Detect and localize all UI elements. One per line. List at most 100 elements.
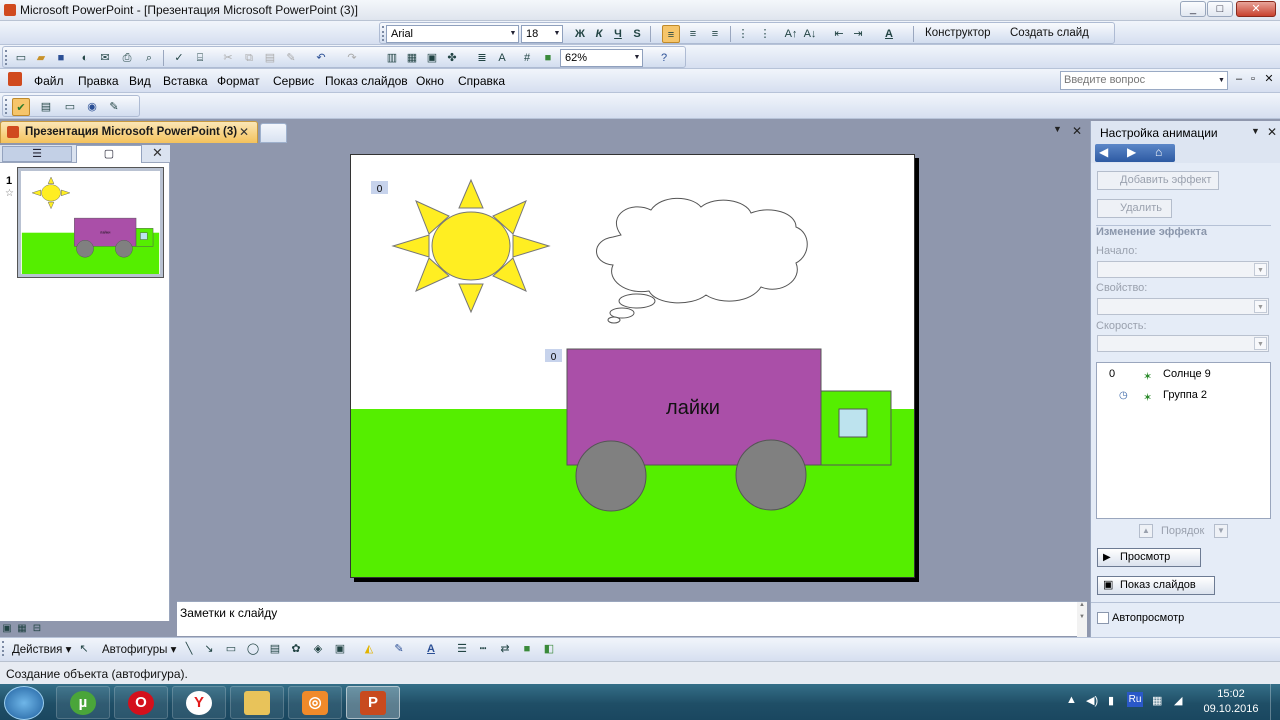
doc-restore-button[interactable]: ▫ [1246, 71, 1260, 87]
sun-shape[interactable] [391, 178, 551, 314]
slideshow-button[interactable]: ▣ Показ слайдов [1097, 576, 1215, 595]
toolbar-grip[interactable] [2, 641, 5, 656]
toolbar-grip[interactable] [5, 50, 8, 65]
dash-style-icon[interactable]: ┅ [474, 640, 492, 658]
menu-window[interactable]: Окно [416, 70, 444, 92]
notes-pane[interactable]: Заметки к слайду ▲ ▼ [177, 601, 1087, 637]
autoshapes-menu[interactable]: Автофигуры ▾ [102, 642, 176, 656]
3d-style-icon[interactable]: ◧ [540, 640, 558, 658]
toolbar-grip[interactable] [382, 26, 385, 41]
normal-view-icon[interactable]: ▣ [0, 622, 14, 636]
opera-taskbar-button[interactable]: O [114, 686, 168, 719]
animation-list[interactable]: 0 ✶ Солнце 9 ◷ ✶ Группа 2 [1096, 362, 1271, 519]
arrow-style-icon[interactable]: ⇄ [496, 640, 514, 658]
thought-cloud-shape[interactable] [596, 197, 808, 324]
increase-indent-icon[interactable]: ⇥ [849, 25, 867, 43]
underline-button[interactable]: Ч [609, 25, 627, 43]
back-icon[interactable]: ◀ [1099, 145, 1108, 159]
bulleted-list-icon[interactable]: ⋮ [756, 25, 774, 43]
insert-chart-icon[interactable]: ▥ [383, 49, 401, 67]
menu-slideshow[interactable]: Показ слайдов [325, 70, 408, 92]
email-icon[interactable]: ✉ [96, 49, 114, 67]
menu-format[interactable]: Формат [217, 70, 260, 92]
animation-item[interactable]: 0 ✶ Солнце 9 [1097, 365, 1272, 383]
line-tool-icon[interactable]: ╲ [180, 640, 198, 658]
animation-item[interactable]: ◷ ✶ Группа 2 [1097, 386, 1272, 404]
minimize-button[interactable]: _ [1180, 1, 1206, 17]
slide-thumbnail[interactable]: лайки [17, 167, 164, 278]
show-desktop-button[interactable] [1270, 684, 1280, 720]
align-left-icon[interactable]: ≡ [662, 25, 680, 43]
remove-effect-button[interactable]: Удалить [1097, 199, 1172, 218]
show-hidden-icons-icon[interactable]: ▲ [1066, 694, 1077, 706]
menu-file[interactable]: Файл [34, 70, 64, 92]
move-down-icon[interactable]: ▼ [1214, 524, 1228, 538]
toolbar-grip[interactable] [5, 99, 8, 114]
insert-picture-icon[interactable]: ▣ [331, 640, 349, 658]
slides-tab[interactable]: ▢ [76, 145, 142, 163]
increase-font-icon[interactable]: A↑ [782, 25, 800, 43]
new-tab-button[interactable] [260, 123, 287, 143]
doc-close-button[interactable]: ✕ [1262, 71, 1276, 87]
preview-button[interactable]: ▶ Просмотр [1097, 548, 1201, 567]
menu-help[interactable]: Справка [458, 70, 505, 92]
show-formatting-icon[interactable]: A [493, 49, 511, 67]
print-icon[interactable]: ⎙ [118, 49, 136, 67]
paste-icon[interactable]: ▤ [261, 49, 279, 67]
reviewers-icon[interactable]: ▤ [37, 98, 55, 116]
truck-label[interactable]: лайки [666, 397, 720, 419]
start-button[interactable] [4, 686, 44, 720]
align-right-icon[interactable]: ≡ [706, 25, 724, 43]
close-panel-icon[interactable]: ✕ [152, 145, 163, 161]
delete-comment-icon[interactable]: ✎ [105, 98, 123, 116]
ask-question-input[interactable]: Введите вопрос ▼ [1060, 71, 1228, 90]
arrow-tool-icon[interactable]: ↘ [200, 640, 218, 658]
insert-table-icon[interactable]: ▦ [403, 49, 421, 67]
permission-icon[interactable]: ◐ [76, 49, 94, 67]
move-up-icon[interactable]: ▲ [1139, 524, 1153, 538]
decrease-indent-icon[interactable]: ⇤ [830, 25, 848, 43]
edit-comment-icon[interactable]: ◉ [83, 98, 101, 116]
cut-icon[interactable]: ✂ [219, 49, 237, 67]
tab-list-chevron-icon[interactable]: ▼ [1053, 124, 1062, 134]
markup-icon[interactable]: ✔ [12, 98, 30, 116]
new-slide-button[interactable]: Создать слайд [1010, 27, 1089, 39]
show-grid-icon[interactable]: # [518, 49, 536, 67]
media-taskbar-button[interactable]: ◎ [288, 686, 342, 719]
redo-icon[interactable]: ↷ [343, 49, 361, 67]
shadow-button[interactable]: S [628, 25, 646, 43]
font-name-select[interactable]: Arial ▼ [386, 25, 519, 43]
property-select[interactable]: ▼ [1097, 298, 1269, 315]
document-tab[interactable]: Презентация Microsoft PowerPoint (3) ✕ [0, 121, 258, 143]
select-objects-icon[interactable]: ↖ [75, 640, 93, 658]
volume-icon[interactable]: ◀) [1086, 694, 1098, 707]
truck-window[interactable] [838, 408, 868, 438]
font-color-icon[interactable]: A [880, 25, 898, 43]
zoom-select[interactable]: 62% ▼ [560, 49, 643, 67]
explorer-taskbar-button[interactable] [230, 686, 284, 719]
truck-wheel-rear[interactable] [575, 440, 647, 512]
insert-picture-icon[interactable]: ▣ [423, 49, 441, 67]
menu-insert[interactable]: Вставка [163, 70, 208, 92]
new-document-icon[interactable]: ▭ [12, 49, 30, 67]
slide-sorter-icon[interactable]: ▦ [15, 622, 29, 636]
line-style-icon[interactable]: ☰ [453, 640, 471, 658]
menu-tools[interactable]: Сервис [273, 70, 314, 92]
font-color-draw-icon[interactable]: A [422, 640, 440, 658]
save-icon[interactable]: ■ [52, 49, 70, 67]
italic-button[interactable]: К [590, 25, 608, 43]
fill-color-icon[interactable]: ◭ [360, 640, 378, 658]
close-document-icon[interactable]: ✕ [1072, 124, 1082, 138]
outline-tab[interactable]: ☰ [2, 146, 72, 162]
expand-all-icon[interactable]: ≣ [473, 49, 491, 67]
home-icon[interactable]: ⌂ [1155, 145, 1162, 159]
align-center-icon[interactable]: ≡ [684, 25, 702, 43]
menu-edit[interactable]: Правка [78, 70, 119, 92]
help-icon[interactable]: ? [655, 49, 673, 67]
open-folder-icon[interactable]: ▰ [32, 49, 50, 67]
research-icon[interactable]: ⌸ [191, 49, 209, 67]
notes-scrollbar[interactable]: ▲ ▼ [1077, 602, 1087, 637]
oval-tool-icon[interactable]: ◯ [244, 640, 262, 658]
color-grayscale-icon[interactable]: ■ [539, 49, 557, 67]
line-color-icon[interactable]: ✎ [390, 640, 408, 658]
